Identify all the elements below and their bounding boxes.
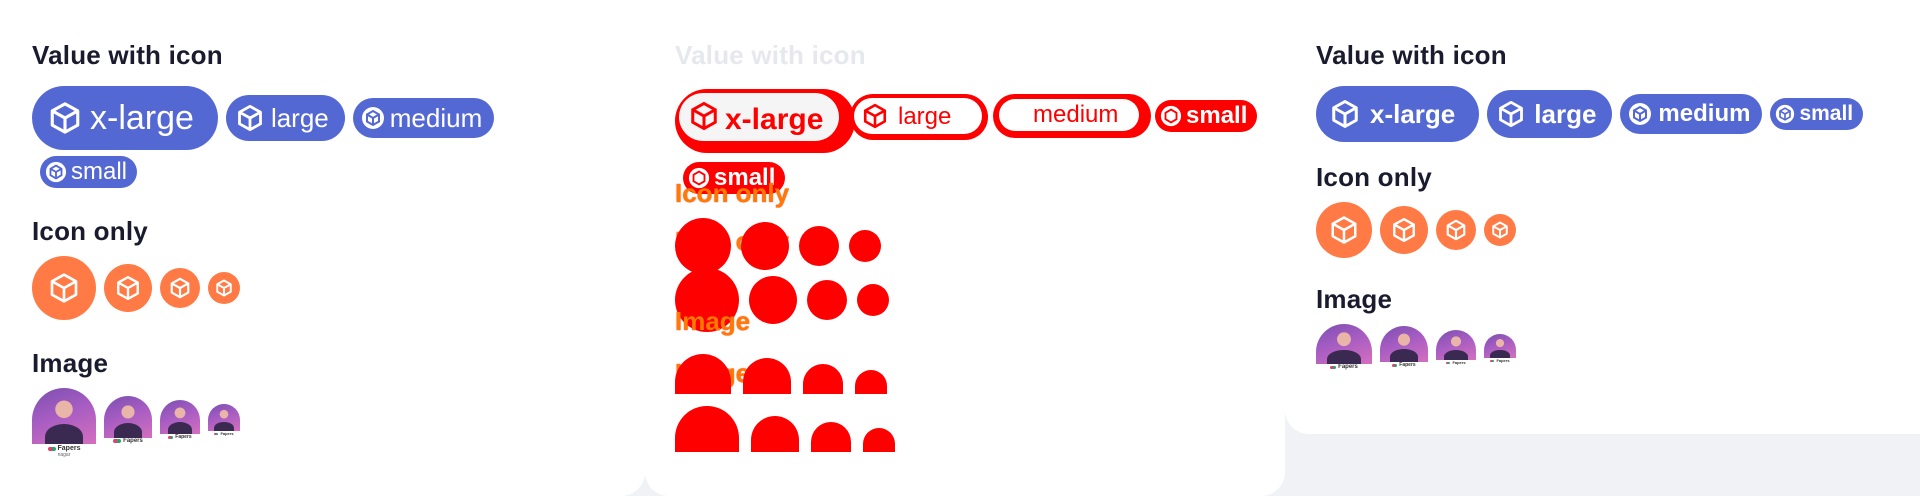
chip-label: medium <box>1658 100 1751 127</box>
avatar-small[interactable]: Fapers <box>208 404 240 438</box>
box-icon <box>45 161 67 183</box>
avatar-large[interactable]: Fapers <box>104 396 152 446</box>
box-icon <box>1332 100 1358 128</box>
avatar-image <box>32 388 96 444</box>
chip-label: small <box>1799 102 1854 125</box>
brand-mark-icon <box>214 432 219 435</box>
box-icon <box>1393 217 1415 243</box>
diff-label: x-large <box>725 103 824 136</box>
section-title-value-with-icon: Value with icon <box>32 40 223 70</box>
avatar-sub: nagar <box>57 452 71 458</box>
chip-large[interactable]: large <box>1487 90 1613 138</box>
avatar-image <box>1380 326 1428 362</box>
panel-diff: Value with icon x-large large medium sma… <box>645 0 1285 496</box>
box-icon <box>238 104 262 132</box>
box-icon <box>50 273 78 303</box>
box-icon <box>1776 104 1795 124</box>
avatar-x-large[interactable]: Fapers <box>1316 324 1372 374</box>
icon-only-large[interactable] <box>104 264 152 312</box>
diff-chip-large: large <box>850 94 988 140</box>
brand-mark-icon <box>168 435 174 439</box>
box-icon <box>117 275 139 301</box>
diff-chip-x-large: x-large <box>675 89 855 153</box>
avatar-medium[interactable]: Fapers <box>1436 330 1476 370</box>
avatar-brand: Fapers <box>32 445 96 452</box>
diff-chip-medium: medium <box>993 94 1151 138</box>
chip-label: large <box>270 102 329 133</box>
diff-label: medium <box>1033 101 1119 128</box>
avatar-image <box>208 404 240 431</box>
panel-right: Value with icon x-large large medium sma… <box>1285 0 1920 434</box>
diff-label: small <box>1186 102 1248 129</box>
brand-mark-icon <box>1330 365 1337 369</box>
section-title-icon-only: Icon only <box>32 216 148 246</box>
section-title-value-with-icon: Value with icon <box>675 40 866 70</box>
chip-medium[interactable]: medium <box>1620 94 1763 134</box>
chip-label: medium <box>389 102 483 133</box>
avatar-x-large[interactable]: Fapers nagar <box>32 388 96 458</box>
avatar-brand: Fapers <box>1436 360 1476 365</box>
diff-icon-row-1 <box>675 218 881 274</box>
box-icon <box>1331 216 1357 244</box>
box-icon <box>1499 100 1524 128</box>
box-icon <box>1160 105 1182 127</box>
icon-only-medium[interactable] <box>1436 210 1476 250</box>
avatar-brand: Fapers <box>1484 358 1516 363</box>
box-icon <box>1629 103 1652 125</box>
brand-mark-icon <box>1490 359 1495 362</box>
chip-label: x-large <box>90 98 194 137</box>
icon-only-small[interactable] <box>1484 214 1516 246</box>
chip-small[interactable]: small <box>40 156 138 188</box>
avatar-brand: Fapers <box>1316 364 1372 370</box>
diff-chip-small: small <box>1155 100 1258 132</box>
avatar-image <box>1484 334 1516 358</box>
chip-label: x-large <box>1370 98 1456 129</box>
box-icon <box>216 279 232 297</box>
box-icon <box>863 103 887 129</box>
chip-large[interactable]: large <box>225 95 345 141</box>
chip-x-large[interactable]: x-large <box>32 86 218 150</box>
avatar-image <box>1436 330 1476 360</box>
icon-only-small[interactable] <box>208 272 240 304</box>
box-icon <box>50 102 80 134</box>
section-title-image: Image <box>1316 284 1393 314</box>
section-title-icon-only: Icon only <box>1316 162 1432 192</box>
avatar-brand: Fapers <box>104 438 152 444</box>
brand-mark-icon <box>113 439 122 443</box>
avatar-medium[interactable]: Fapers <box>160 400 200 442</box>
chip-medium[interactable]: medium <box>352 98 495 138</box>
chip-label: small <box>71 158 128 185</box>
chip-x-large[interactable]: x-large <box>1316 86 1480 142</box>
box-icon <box>1446 219 1466 241</box>
section-title-value-with-icon: Value with icon <box>1316 40 1507 70</box>
brand-mark-icon <box>1392 363 1398 367</box>
diff-label: large <box>898 103 952 130</box>
box-icon <box>1492 221 1508 239</box>
avatar-small[interactable]: Fapers <box>1484 334 1516 368</box>
icon-only-large[interactable] <box>1380 206 1428 254</box>
diff-title-icon-only: Icon only <box>675 178 790 208</box>
brand-mark-icon <box>1446 361 1451 364</box>
avatar-brand: Fapers <box>208 431 240 436</box>
diff-image-row-2 <box>675 406 895 452</box>
box-icon <box>170 277 190 299</box>
avatar-brand: Fapers <box>1380 362 1428 368</box>
panel-left: Value with icon x-large large medium sma… <box>0 0 645 496</box>
avatar-image <box>104 396 152 438</box>
box-icon <box>691 101 717 131</box>
icon-only-x-large[interactable] <box>1316 202 1372 258</box>
diff-image-row-1 <box>675 354 887 394</box>
brand-mark-icon <box>47 446 56 451</box>
section-title-image: Image <box>32 348 109 378</box>
avatar-image <box>1316 324 1372 364</box>
box-icon <box>361 107 384 129</box>
avatar-large[interactable]: Fapers <box>1380 326 1428 372</box>
chip-small[interactable]: small <box>1770 98 1864 130</box>
avatar-image <box>160 400 200 434</box>
icon-only-medium[interactable] <box>160 268 200 308</box>
diff-title-image: Image <box>675 306 751 336</box>
icon-only-x-large[interactable] <box>32 256 96 320</box>
avatar-brand: Fapers <box>160 434 200 440</box>
chip-label: large <box>1534 98 1597 129</box>
